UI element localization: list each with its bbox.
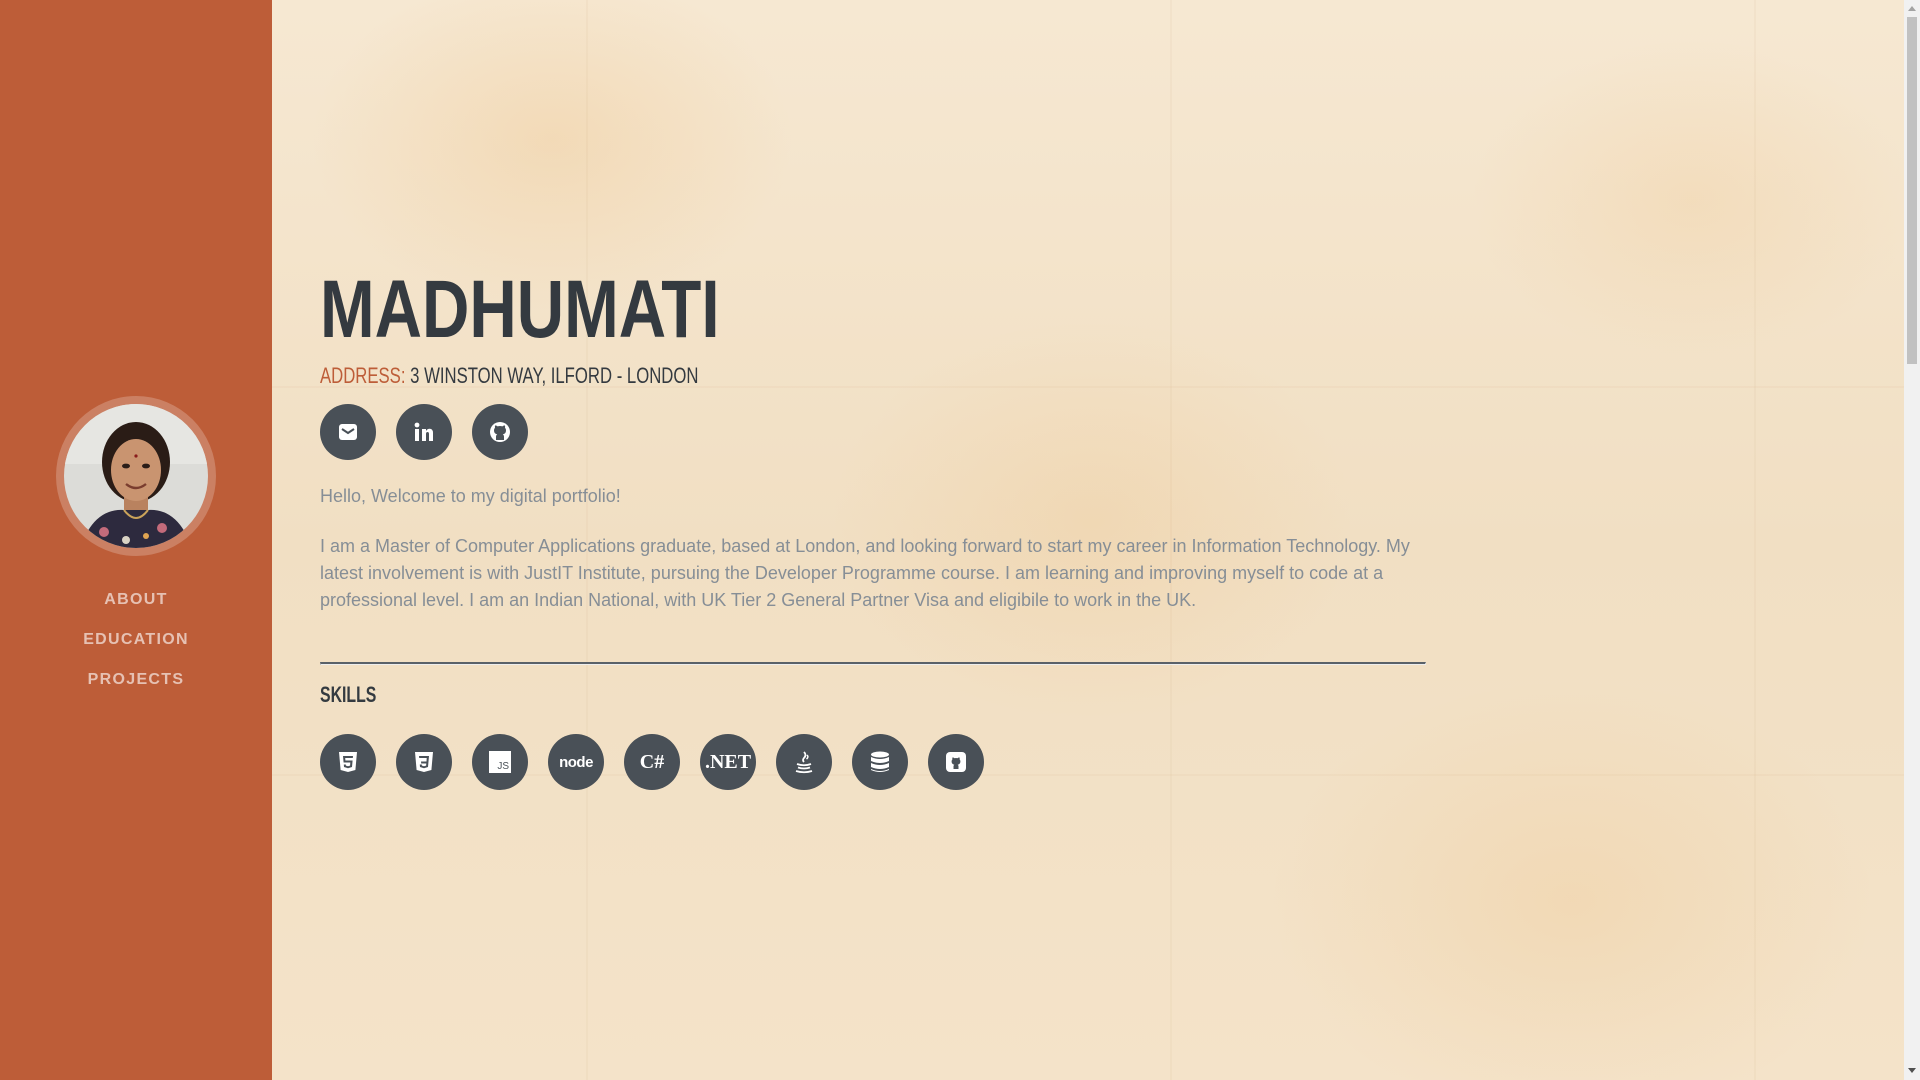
nav-link-about[interactable]: ABOUT	[0, 580, 272, 620]
address-line: ADDRESS: 3 WINSTON WAY, ILFORD - LONDON	[320, 362, 698, 390]
main-content: MADHUMATI ADDRESS: 3 WINSTON WAY, ILFORD…	[272, 0, 1904, 1080]
skill-java	[776, 734, 832, 790]
envelope-icon	[337, 421, 359, 443]
skill-nodejs: node	[548, 734, 604, 790]
html5-icon	[338, 751, 358, 773]
skill-database	[852, 734, 908, 790]
bio-text: I am a Master of Computer Applications g…	[320, 536, 1410, 610]
javascript-icon: JS	[489, 751, 511, 773]
scrollbar-thumb[interactable]	[1907, 17, 1917, 364]
section-divider	[320, 662, 1426, 665]
github-icon	[945, 751, 967, 773]
skill-dotnet: .NET	[700, 734, 756, 790]
profile-avatar-ring	[56, 396, 216, 556]
java-icon	[793, 750, 815, 774]
css3-icon	[414, 751, 434, 773]
social-links	[320, 404, 528, 460]
github-link[interactable]	[472, 404, 528, 460]
greeting-text: Hello, Welcome to my digital portfolio!	[320, 486, 621, 506]
linkedin-icon	[413, 421, 435, 443]
skill-html5	[320, 734, 376, 790]
page-scrollbar[interactable]	[1904, 0, 1920, 1080]
github-icon	[488, 420, 512, 444]
dotnet-icon: .NET	[704, 750, 752, 773]
address-label: ADDRESS:	[320, 363, 406, 388]
javascript-icon-text: JS	[497, 761, 509, 772]
skill-csharp: C#	[624, 734, 680, 790]
address-value: 3 WINSTON WAY, ILFORD - LONDON	[410, 363, 699, 388]
nodejs-icon: node	[559, 753, 593, 771]
email-link[interactable]	[320, 404, 376, 460]
scroll-down-arrow-icon[interactable]	[1908, 1068, 1916, 1073]
profile-avatar	[64, 404, 208, 548]
linkedin-link[interactable]	[396, 404, 452, 460]
skills-list: JS node C# .NET	[320, 734, 984, 790]
skills-heading: SKILLS	[320, 682, 377, 707]
database-icon	[869, 750, 891, 774]
scroll-up-arrow-icon[interactable]	[1908, 6, 1916, 11]
sidebar: ABOUT EDUCATION PROJECTS	[0, 0, 272, 1080]
nav-link-education[interactable]: EDUCATION	[0, 620, 272, 660]
nav-link-projects[interactable]: PROJECTS	[0, 660, 272, 700]
skill-javascript: JS	[472, 734, 528, 790]
skill-css3	[396, 734, 452, 790]
page-title: MADHUMATI	[320, 264, 720, 355]
sidebar-nav: ABOUT EDUCATION PROJECTS	[0, 580, 272, 700]
skill-github	[928, 734, 984, 790]
csharp-icon: C#	[639, 750, 665, 773]
background-tile-seam	[1754, 0, 1756, 1080]
